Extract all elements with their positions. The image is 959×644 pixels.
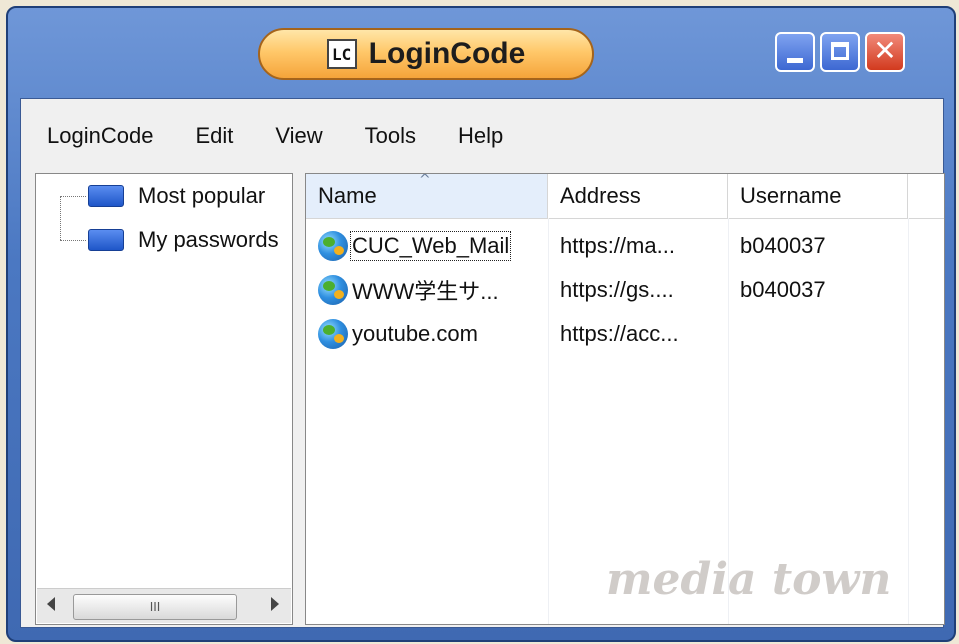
table-row[interactable]: youtube.com https://acc...: [306, 312, 944, 356]
scrollbar-thumb[interactable]: III: [73, 594, 237, 620]
tree-item-most-popular[interactable]: Most popular: [88, 179, 265, 213]
tree-connector: [60, 196, 86, 197]
maximize-icon: [831, 42, 849, 60]
table-row[interactable]: CUC_Web_Mail https://ma... b040037: [306, 224, 944, 268]
globe-icon: [318, 319, 348, 349]
row-address: https://gs....: [560, 277, 674, 302]
tree-connector: [60, 240, 86, 241]
menu-help[interactable]: Help: [458, 123, 503, 149]
menu-logincode[interactable]: LoginCode: [47, 123, 153, 149]
tree-connector: [60, 196, 61, 240]
row-name: WWW学生サ...: [352, 279, 499, 304]
column-header-label: Name: [318, 183, 377, 208]
row-name-cell: WWW学生サ...: [318, 268, 499, 312]
minimize-icon: [787, 58, 803, 63]
row-address: https://acc...: [560, 321, 679, 346]
tree-item-label: Most popular: [138, 183, 266, 208]
scroll-left-icon[interactable]: [47, 597, 55, 611]
row-username: b040037: [740, 277, 826, 302]
tree-item-my-passwords[interactable]: My passwords: [88, 223, 279, 257]
maximize-button[interactable]: [820, 32, 860, 72]
menu-view[interactable]: View: [275, 123, 322, 149]
column-header-label: Username: [740, 183, 842, 208]
close-icon: ✕: [873, 34, 897, 67]
tree-item-label: My passwords: [138, 227, 279, 252]
title-pill: LC LoginCode: [258, 28, 594, 80]
password-list: Name ^ Address Username CUC_Web_Mail htt…: [305, 173, 945, 625]
scrollbar-grip-icon: III: [149, 600, 161, 614]
sort-ascending-icon: ^: [419, 173, 431, 188]
row-name-cell: youtube.com: [318, 312, 478, 356]
column-header-username[interactable]: Username: [728, 174, 908, 218]
scroll-right-icon[interactable]: [271, 597, 279, 611]
menu-tools[interactable]: Tools: [365, 123, 416, 149]
folder-icon: [88, 185, 124, 207]
menu-edit[interactable]: Edit: [195, 123, 233, 149]
globe-icon: [318, 275, 348, 305]
column-header-address[interactable]: Address: [548, 174, 728, 218]
column-header-label: Address: [560, 183, 641, 208]
row-name: youtube.com: [352, 321, 478, 346]
watermark: media town: [606, 554, 892, 605]
row-username: b040037: [740, 233, 826, 258]
app-logo-icon: LC: [326, 39, 357, 69]
folder-tree[interactable]: Most popular My passwords III: [35, 173, 293, 625]
close-button[interactable]: ✕: [865, 32, 905, 72]
client-area: LoginCode Edit View Tools Help Most popu…: [20, 98, 945, 628]
menu-bar: LoginCode Edit View Tools Help: [21, 99, 943, 173]
globe-icon: [318, 231, 348, 261]
column-header-name[interactable]: Name ^: [306, 174, 548, 218]
window-title: LoginCode: [368, 37, 526, 70]
row-address: https://ma...: [560, 233, 675, 258]
horizontal-scrollbar[interactable]: III: [37, 588, 291, 623]
row-name: CUC_Web_Mail: [349, 231, 512, 261]
list-header: Name ^ Address Username: [306, 174, 944, 219]
row-name-cell: CUC_Web_Mail: [318, 224, 512, 268]
app-window: LC LoginCode ✕ LoginCode Edit View Tools…: [6, 6, 956, 642]
minimize-button[interactable]: [775, 32, 815, 72]
title-bar[interactable]: LC LoginCode ✕: [8, 8, 954, 98]
table-row[interactable]: WWW学生サ... https://gs.... b040037: [306, 268, 944, 312]
folder-icon: [88, 229, 124, 251]
